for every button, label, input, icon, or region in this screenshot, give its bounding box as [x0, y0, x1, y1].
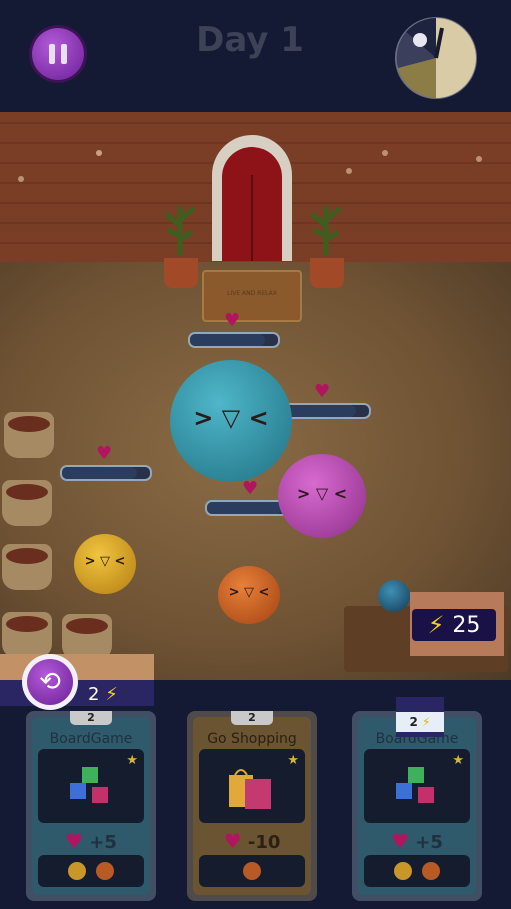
pet-face: > ▽ < — [84, 554, 126, 569]
meter-fill — [281, 405, 356, 417]
card-cost-value: 2 — [409, 715, 418, 729]
card-pets — [199, 855, 305, 887]
card-effect-value: +5 — [89, 832, 117, 853]
cup — [2, 544, 52, 590]
abc-blocks-icon: ★ — [38, 749, 144, 823]
heart-icon: ♥ — [224, 310, 241, 331]
heart-icon: ♥ — [391, 829, 410, 853]
card-cost-highlight: 2 ⚡ — [396, 697, 444, 737]
card-cost: 2 ⚡ — [396, 712, 444, 732]
card-effect: ♥ -10 — [187, 829, 317, 853]
pause-icon — [61, 44, 67, 64]
card-effect-value: -10 — [247, 832, 281, 853]
light-dot — [18, 176, 24, 182]
pause-icon — [49, 44, 55, 64]
yellow-pet-icon — [394, 862, 412, 880]
pot-left — [164, 258, 198, 288]
lightning-icon: ⚡ — [105, 684, 118, 705]
heart-icon: ♥ — [242, 478, 259, 499]
orange-pet-icon — [243, 862, 261, 880]
activity-card[interactable]: 2 BoardGame ★ ♥ +5 — [26, 711, 156, 901]
lightning-icon: ⚡ — [422, 715, 431, 729]
card-effect: ♥ +5 — [352, 829, 482, 853]
heart-icon: ♥ — [314, 381, 331, 402]
reroll-icon: ⟲ — [27, 659, 73, 705]
card-effect: ♥ +5 — [26, 829, 156, 853]
doormat: LIVE AND RELAX — [202, 270, 302, 322]
card-cost: 2 — [231, 711, 273, 725]
heart-icon: ♥ — [65, 829, 84, 853]
light-dot — [96, 150, 102, 156]
pot-right — [310, 258, 344, 288]
meter-fill — [62, 467, 137, 479]
lightning-icon: ⚡ — [427, 611, 445, 639]
card-cost: 2 — [70, 711, 112, 725]
light-dot — [346, 168, 352, 174]
activity-card[interactable]: BoardGame ★ ♥ +5 — [352, 711, 482, 901]
day-title: Day 1 — [196, 20, 304, 60]
pet-face: > ▽ < — [296, 484, 348, 503]
energy-value: 25 — [452, 612, 481, 638]
day-clock-icon — [395, 17, 477, 99]
card-pets — [364, 855, 470, 887]
bowl-icon — [378, 580, 410, 612]
orange-pet[interactable]: > ▽ < — [218, 566, 280, 624]
star-icon: ★ — [126, 753, 138, 768]
yellow-pet-icon — [68, 862, 86, 880]
meter-fill — [207, 502, 282, 514]
reroll-cost: 2 ⚡ — [88, 684, 118, 705]
heart-icon: ♥ — [223, 829, 242, 853]
reroll-cost-value: 2 — [88, 684, 100, 705]
reroll-button[interactable]: ⟲ — [22, 654, 78, 710]
heart-icon: ♥ — [96, 443, 113, 464]
activity-card[interactable]: 2 Go Shopping ★ ♥ -10 — [187, 711, 317, 901]
love-meter-pink — [279, 403, 371, 419]
blue-pet[interactable]: > ▽ < — [170, 360, 292, 482]
card-effect-value: +5 — [415, 832, 443, 853]
light-dot — [382, 150, 388, 156]
card-title: Go Shopping — [207, 731, 297, 747]
meter-fill — [190, 334, 265, 346]
card-title: BoardGame — [49, 731, 133, 747]
star-icon: ★ — [287, 753, 299, 768]
card-pets — [38, 855, 144, 887]
pink-pet[interactable]: > ▽ < — [278, 454, 366, 538]
pet-face: > ▽ < — [228, 585, 270, 600]
cup — [2, 612, 52, 658]
yellow-pet[interactable]: > ▽ < — [74, 534, 136, 594]
front-door — [222, 147, 282, 261]
shopping-bags-icon: ★ — [199, 749, 305, 823]
pet-face: > ▽ < — [193, 404, 269, 432]
light-dot — [476, 156, 482, 162]
love-meter-blue — [188, 332, 280, 348]
orange-pet-icon — [96, 862, 114, 880]
energy-counter: ⚡ 25 — [412, 609, 496, 641]
love-meter-yellow — [60, 465, 152, 481]
star-icon: ★ — [452, 753, 464, 768]
pause-button[interactable] — [32, 28, 84, 80]
abc-blocks-icon: ★ — [364, 749, 470, 823]
cup — [4, 412, 54, 458]
cup — [2, 480, 52, 526]
orange-pet-icon — [422, 862, 440, 880]
